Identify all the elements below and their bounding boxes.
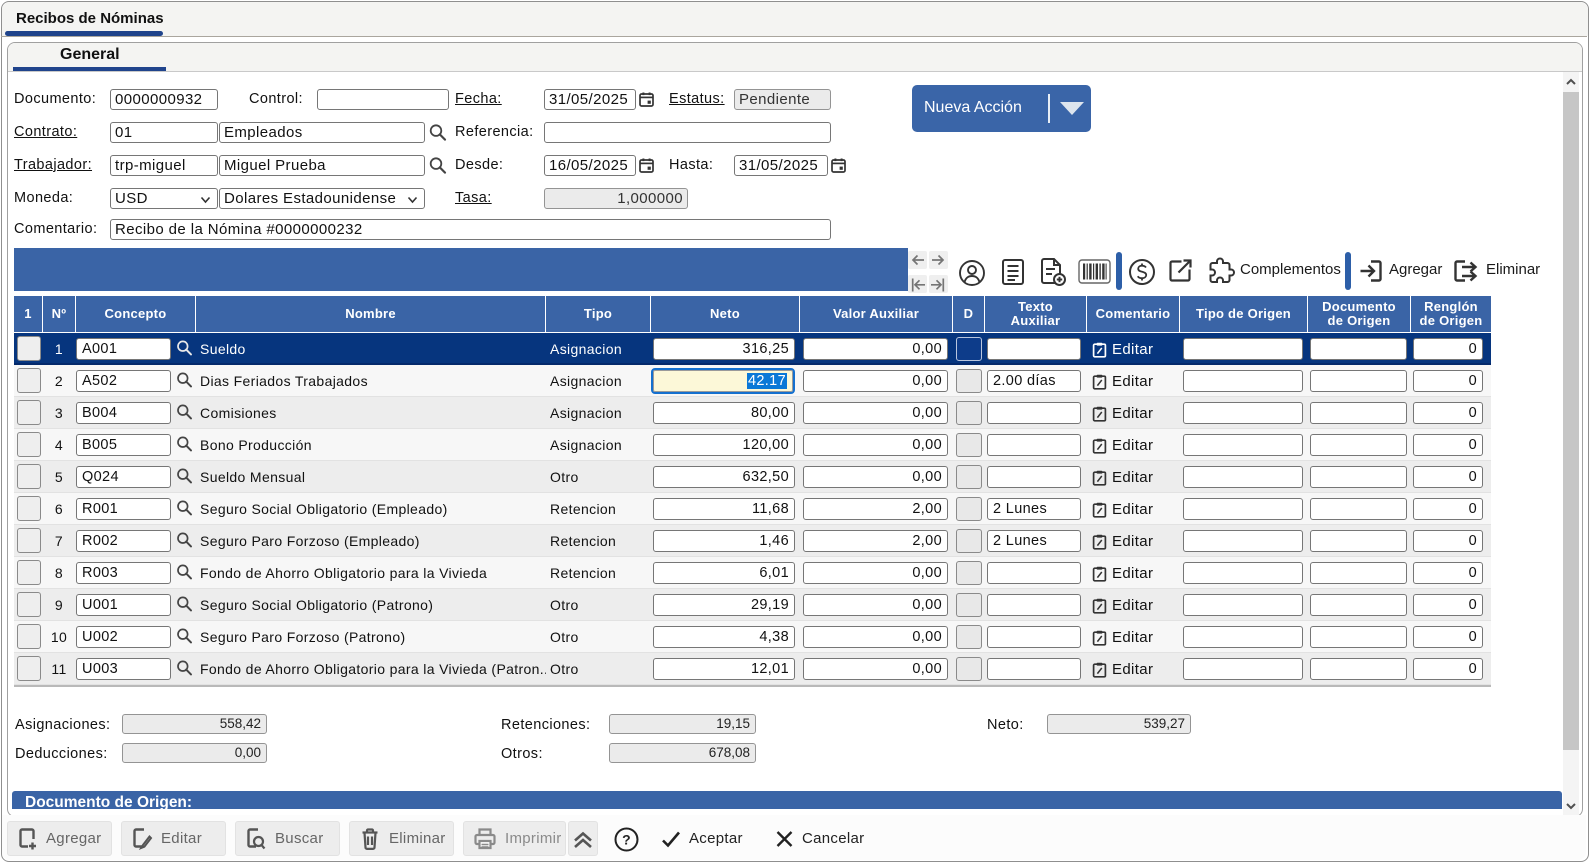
svg-text:?: ? xyxy=(622,831,631,847)
